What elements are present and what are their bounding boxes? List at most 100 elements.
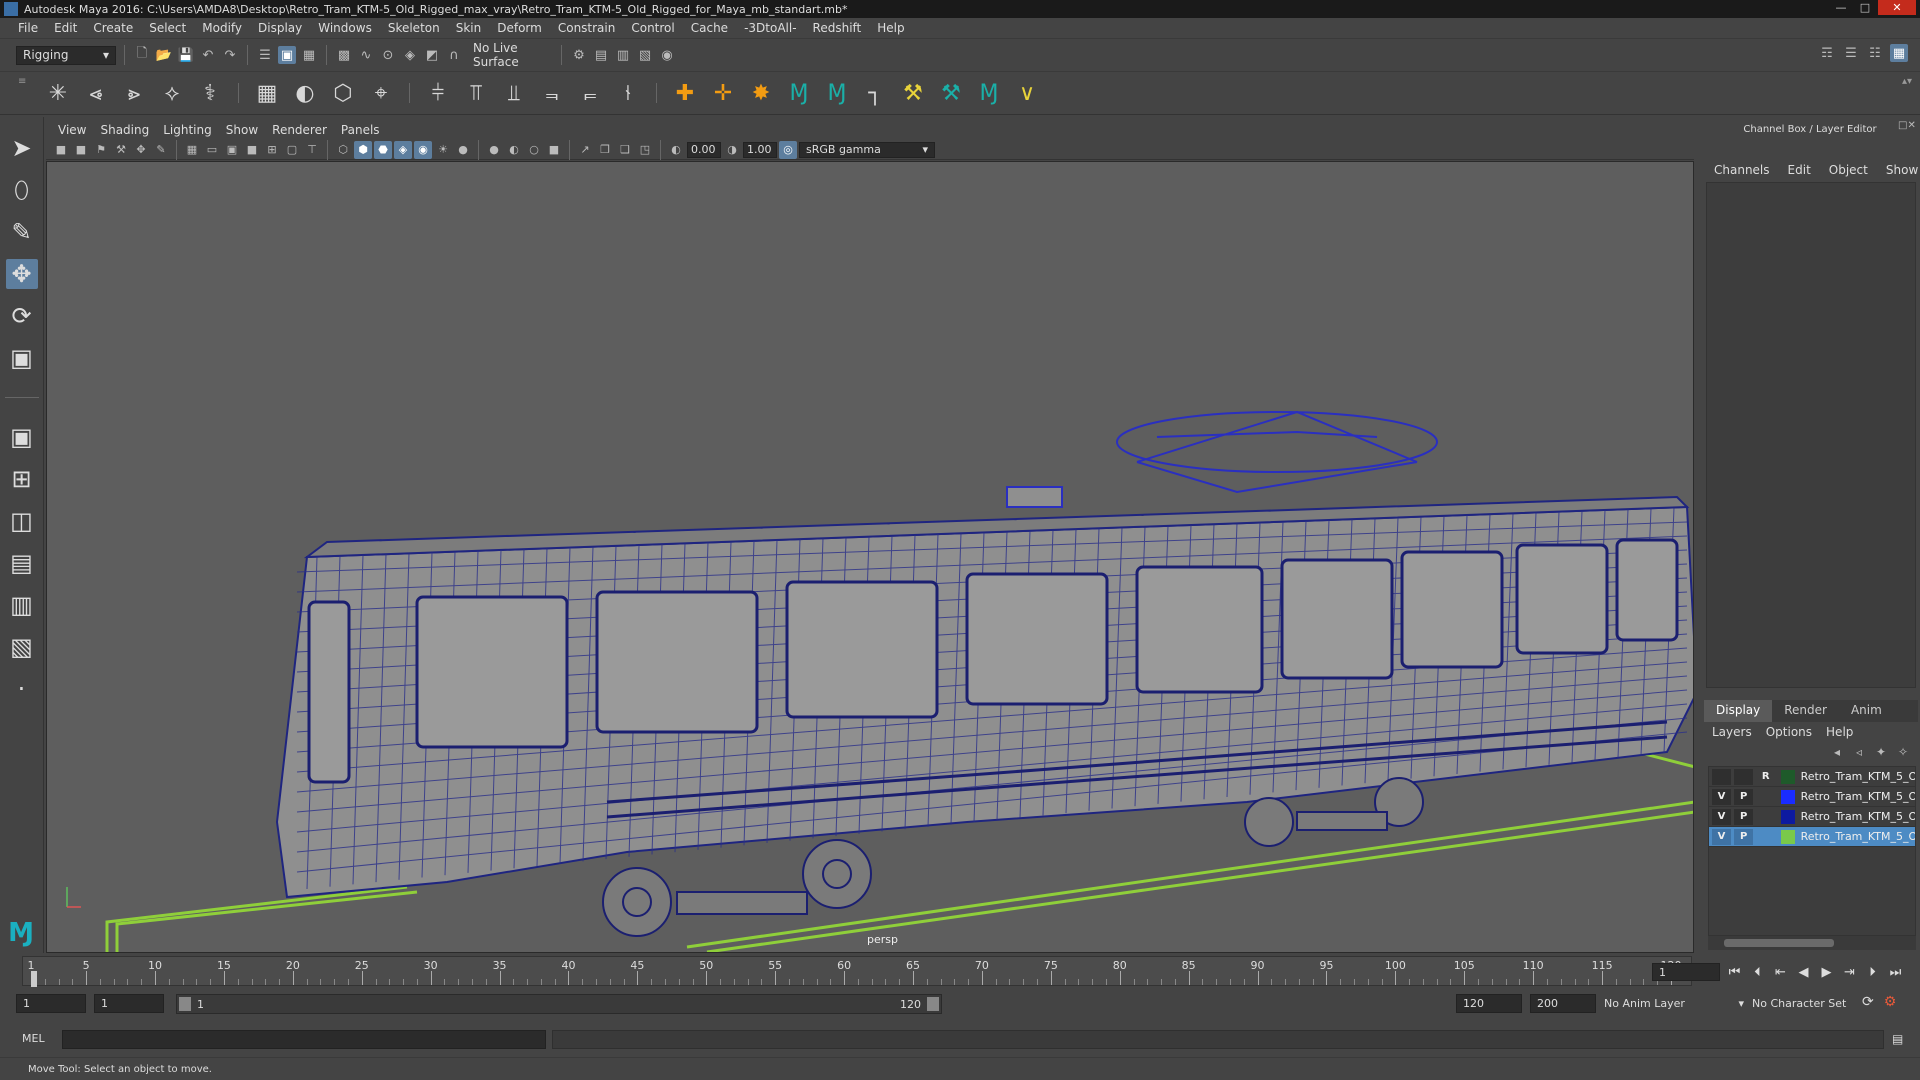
character-set-dropdown[interactable]: No Character Set — [1752, 994, 1860, 1013]
panel-menu-show[interactable]: Show — [222, 123, 268, 137]
options-menu[interactable]: Options — [1766, 725, 1812, 739]
mirror-joint-icon[interactable]: ⟡ — [158, 79, 186, 107]
lasso-tool-icon[interactable]: ⬯ — [6, 175, 38, 205]
interactive-bind-icon[interactable]: ⫪ — [462, 79, 490, 107]
shelf-scroll-icon[interactable]: ▴▾ — [1902, 76, 1914, 110]
side-by-side-icon[interactable]: ◫ — [6, 506, 38, 536]
shelf-options-icon[interactable]: ≡ — [18, 76, 28, 110]
edit-menu[interactable]: Edit — [1788, 163, 1811, 177]
object-menu[interactable]: Object — [1829, 163, 1868, 177]
image-plane-icon[interactable]: ⚒ — [112, 141, 130, 159]
hypershade-icon[interactable]: ◉ — [658, 46, 676, 64]
menu-file[interactable]: File — [10, 21, 46, 35]
playback-end-field[interactable]: 120 — [1456, 994, 1522, 1013]
go-to-end-icon[interactable]: ⏭ — [1887, 964, 1904, 981]
layer-visibility-toggle[interactable]: V — [1712, 808, 1732, 825]
minimize-icon[interactable]: — — [1830, 0, 1852, 15]
menu-control[interactable]: Control — [623, 21, 682, 35]
camera-attributes-icon[interactable]: ■ — [72, 141, 90, 159]
scale-tool-icon[interactable]: ▣ — [6, 343, 38, 373]
layer-color-swatch[interactable] — [1781, 789, 1795, 804]
open-scene-icon[interactable]: 📂 — [155, 46, 173, 64]
auto-key-icon[interactable]: ⟳ — [1862, 994, 1874, 1010]
menu-3dtoall[interactable]: -3DtoAll- — [736, 21, 804, 35]
smooth-shade-icon[interactable]: ⬢ — [354, 140, 372, 159]
select-tool-icon[interactable]: ➤ — [6, 133, 38, 163]
2d-pan-icon[interactable]: ✥ — [132, 141, 150, 159]
paint-select-icon[interactable]: ✎ — [6, 217, 38, 247]
orient-joint-icon[interactable]: ⚕ — [196, 79, 224, 107]
render-frame-icon[interactable]: ▥ — [614, 46, 632, 64]
layer-visibility-toggle[interactable]: V — [1712, 788, 1732, 805]
menu-windows[interactable]: Windows — [310, 21, 380, 35]
set-driven-key-icon[interactable]: ⚒ — [937, 79, 965, 107]
undo-icon[interactable]: ↶ — [199, 46, 217, 64]
cluster-icon[interactable]: ⌖ — [367, 79, 395, 107]
smooth-bind-icon[interactable]: ⫬ — [538, 79, 566, 107]
set-key-icon[interactable]: ⚒ — [899, 79, 927, 107]
snap-grid-icon[interactable]: ▩ — [335, 46, 353, 64]
step-back-key-icon[interactable]: ⇤ — [1772, 964, 1789, 981]
panel-menu-lighting[interactable]: Lighting — [159, 123, 222, 137]
xray-joints-icon[interactable]: ❑ — [616, 141, 634, 159]
menu-edit[interactable]: Edit — [46, 21, 85, 35]
viewport-persp[interactable]: persp — [46, 161, 1694, 953]
blend-shape-icon[interactable]: ◐ — [291, 79, 319, 107]
layer-row-selected[interactable]: V P Retro_Tram_KTM_5_Old_Rigged_rails — [1709, 827, 1915, 847]
view-transform-dropdown[interactable]: sRGB gamma ▾ — [799, 141, 935, 158]
tab-render[interactable]: Render — [1772, 700, 1839, 722]
new-layer-selected-icon[interactable]: ✧ — [1894, 744, 1912, 760]
bookmark-icon[interactable]: ⚑ — [92, 141, 110, 159]
anim-layer-dropdown[interactable]: No Anim Layer ▾ — [1604, 994, 1744, 1013]
live-surface-field[interactable]: No Live Surface — [467, 41, 553, 69]
panel-menu-shading[interactable]: Shading — [96, 123, 159, 137]
render-settings-icon[interactable]: ⚙ — [570, 46, 588, 64]
point-constraint-icon[interactable]: ✛ — [709, 79, 737, 107]
start-time-field[interactable]: 1 — [16, 994, 86, 1013]
show-menu[interactable]: Show — [1886, 163, 1918, 177]
camera-select-icon[interactable]: ■ — [52, 141, 70, 159]
scrollbar-thumb[interactable] — [1724, 939, 1834, 947]
layer-visibility-toggle[interactable]: V — [1712, 828, 1732, 845]
save-scene-icon[interactable]: 💾 — [177, 46, 195, 64]
menuset-dropdown[interactable]: Rigging ▾ — [16, 45, 116, 65]
film-gate-icon[interactable]: ▭ — [203, 141, 221, 159]
step-forward-frame-icon[interactable]: ⏵ — [1864, 964, 1881, 981]
playback-start-field[interactable]: 1 — [94, 994, 164, 1013]
move-layer-up-icon[interactable]: ◂ — [1828, 744, 1846, 760]
layer-playback-toggle[interactable]: P — [1734, 828, 1754, 845]
menu-select[interactable]: Select — [141, 21, 194, 35]
layer-color-swatch[interactable] — [1781, 829, 1795, 844]
shelf-misc-icon[interactable]: ∨ — [1013, 79, 1041, 107]
backface-culling-icon[interactable]: ◳ — [636, 141, 654, 159]
menu-skeleton[interactable]: Skeleton — [380, 21, 448, 35]
layer-display-type[interactable] — [1756, 809, 1775, 825]
grease-pencil-icon[interactable]: ✎ — [152, 141, 170, 159]
select-object-icon[interactable]: ▣ — [278, 46, 296, 64]
humanik-control-icon[interactable]: Ɱ — [823, 79, 851, 107]
lattice-icon[interactable]: ▦ — [253, 79, 281, 107]
resolution-gate-icon[interactable]: ▣ — [223, 141, 241, 159]
step-back-frame-icon[interactable]: ⏴ — [1749, 964, 1766, 981]
wireframe-icon[interactable]: ⬡ — [334, 141, 352, 159]
layer-playback-toggle[interactable]: P — [1734, 788, 1754, 805]
hypershade-layout-icon[interactable]: ▧ — [6, 632, 38, 662]
locator-icon[interactable]: ✚ — [671, 79, 699, 107]
persp-graph-icon[interactable]: ▥ — [6, 590, 38, 620]
joint-tool-icon[interactable]: ✳ — [44, 79, 72, 107]
close-icon[interactable]: ✕ — [1878, 0, 1916, 15]
tool-settings-icon[interactable]: ☷ — [1866, 44, 1884, 62]
isolate-select-icon[interactable]: ■ — [545, 141, 563, 159]
layer-display-type[interactable] — [1756, 829, 1775, 845]
character-icon[interactable]: ┐ — [861, 79, 889, 107]
channel-box-content[interactable] — [1706, 182, 1916, 688]
channels-menu[interactable]: Channels — [1714, 163, 1770, 177]
aim-constraint-icon[interactable]: ✸ — [747, 79, 775, 107]
copy-weights-icon[interactable]: ⫮ — [614, 79, 642, 107]
snap-view-icon[interactable]: ◈ — [401, 46, 419, 64]
tab-display[interactable]: Display — [1704, 700, 1773, 722]
layer-row[interactable]: R Retro_Tram_KTM_5_Old_Rigged_helpers — [1709, 767, 1915, 787]
menu-help[interactable]: Help — [869, 21, 912, 35]
select-component-icon[interactable]: ▦ — [300, 46, 318, 64]
gamma-icon[interactable]: ◑ — [723, 141, 741, 159]
